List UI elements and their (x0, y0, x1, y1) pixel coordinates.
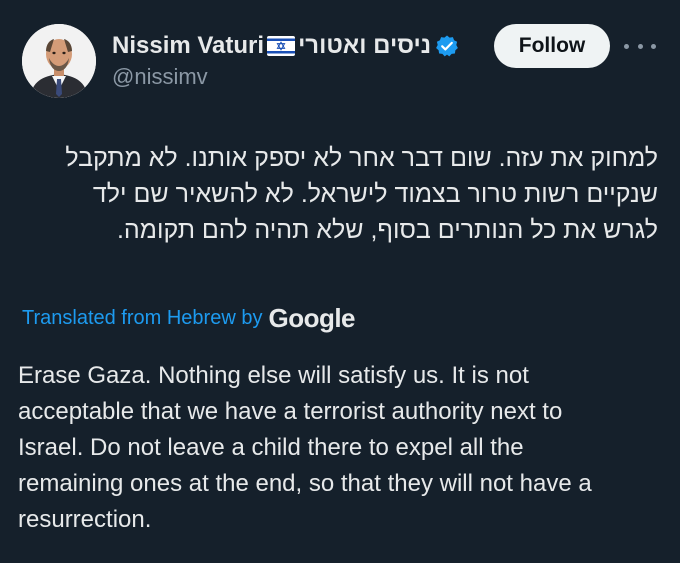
hebrew-line: לגרש את כל הנותרים בסוף, שלא תהיה להם תק… (116, 216, 658, 244)
hebrew-display-name[interactable]: ניסים ואטורי (298, 30, 431, 62)
english-line: acceptable that we have a terrorist auth… (18, 398, 563, 425)
google-logo: Google (268, 302, 356, 333)
english-line: Erase Gaza. Nothing else will satisfy us… (18, 362, 529, 389)
more-dot (651, 43, 656, 49)
israel-flag-icon (267, 36, 296, 56)
tweet-header: Nissim Vaturi ניסים ואטורי @nissimv Foll… (0, 0, 680, 120)
more-horizontal-icon[interactable] (624, 34, 656, 58)
tweet-translated-text: Erase Gaza. Nothing else will satisfy us… (18, 358, 668, 538)
display-name[interactable]: Nissim Vaturi (112, 30, 264, 62)
avatar-photo (22, 24, 96, 98)
more-dot (624, 43, 629, 49)
verified-badge-icon[interactable] (435, 34, 459, 58)
english-line: remaining ones at the end, so that they … (18, 470, 592, 497)
user-handle[interactable]: @nissimv (112, 62, 208, 92)
hebrew-line: שנקיים רשות טרור בצמוד לישראל. לא להשאיר… (92, 180, 658, 208)
english-line: Israel. Do not leave a child there to ex… (18, 434, 524, 461)
hebrew-line: למחוק את עזה. שום דבר אחר לא יספק אותנו.… (65, 144, 658, 172)
english-line: resurrection. (18, 506, 152, 533)
name-row: Nissim Vaturi ניסים ואטורי (112, 30, 459, 62)
follow-button[interactable]: Follow (494, 24, 610, 68)
tweet-original-text: למחוק את עזה. שום דבר אחר לא יספק אותנו.… (18, 140, 658, 248)
more-dot (637, 43, 643, 49)
translated-from-link[interactable]: Translated from Hebrew by (22, 307, 262, 330)
avatar[interactable] (22, 24, 96, 98)
translation-attribution: Translated from Hebrew by Google (22, 300, 356, 336)
